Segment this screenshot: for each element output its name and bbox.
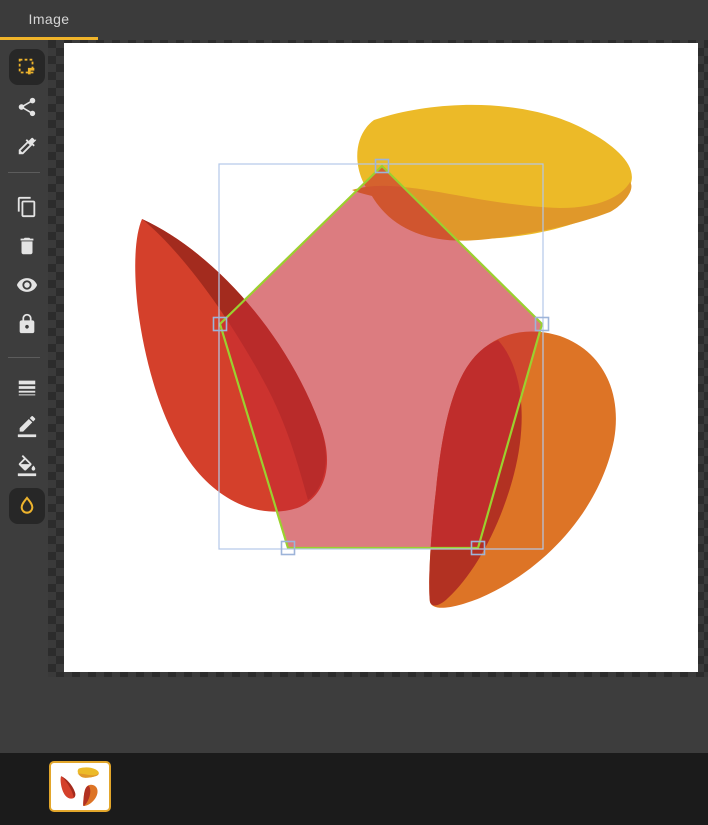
share-icon [18, 97, 36, 117]
line-weight-icon [18, 380, 36, 396]
tool-delete-button[interactable] [9, 228, 45, 264]
eye-icon [16, 278, 38, 292]
toolbar-divider [8, 357, 40, 358]
trash-icon [20, 237, 34, 255]
annotation-svg [135, 104, 632, 608]
tab-image[interactable]: Image [0, 0, 98, 40]
tool-border-color-button[interactable] [9, 409, 45, 445]
top-tab-bar: Image [0, 0, 708, 40]
image-annotation-app: Image [0, 0, 708, 825]
status-bar: Image W (px) H (px) Visualized 703 (135%… [0, 677, 708, 753]
droplet-icon [20, 496, 34, 514]
tool-fill-color-button[interactable] [9, 448, 45, 484]
paint-bucket-icon [17, 455, 37, 477]
tool-select-area-button[interactable] [9, 49, 45, 85]
tab-image-label: Image [28, 10, 70, 27]
image-canvas[interactable] [64, 43, 698, 672]
pencil-underline-icon [17, 416, 37, 438]
tool-eyedropper-button[interactable] [9, 128, 45, 164]
lock-icon [19, 313, 35, 334]
tool-line-weight-button[interactable] [9, 370, 45, 406]
tool-visibility-button[interactable] [9, 267, 45, 303]
copy-icon [17, 196, 36, 218]
toolbar-divider [8, 172, 40, 173]
canvas-viewport[interactable] [48, 40, 708, 677]
tool-share-button[interactable] [9, 89, 45, 125]
select-area-icon [18, 58, 35, 75]
tool-copy-button[interactable] [9, 189, 45, 225]
image-thumbnail[interactable] [49, 761, 111, 812]
eyedropper-icon [18, 137, 37, 155]
left-toolbar [0, 40, 48, 677]
tool-lock-button[interactable] [9, 306, 45, 342]
thumbnail-artwork [60, 766, 99, 806]
thumbnail-strip [0, 753, 708, 825]
tool-opacity-button[interactable] [9, 488, 45, 524]
